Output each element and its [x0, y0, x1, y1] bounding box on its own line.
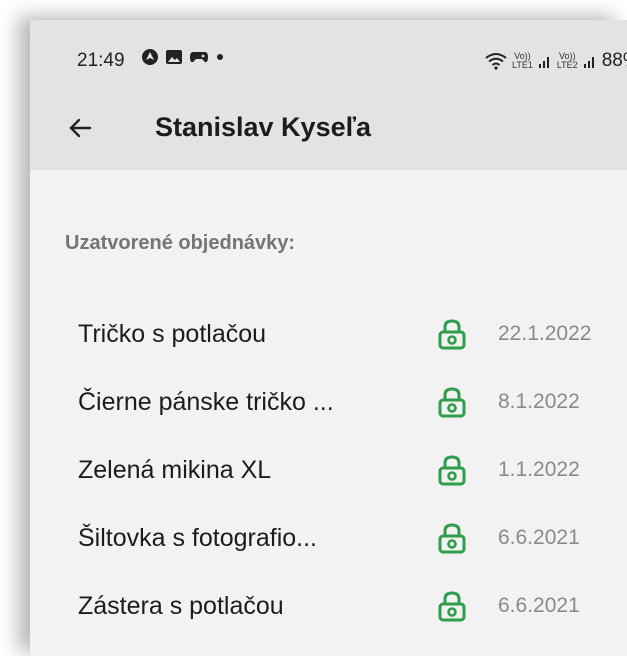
back-button[interactable]: [60, 108, 100, 148]
gallery-icon: [166, 50, 182, 64]
section-heading-closed-orders: Uzatvorené objednávky:: [65, 232, 296, 254]
order-item[interactable]: Šiltovka s fotografio... 6.6.2021: [30, 506, 627, 572]
lock-icon: [438, 387, 466, 418]
order-date: 6.6.2021: [498, 594, 580, 617]
lock-icon: [438, 523, 466, 554]
page-title: Stanislav Kyseľa: [155, 112, 372, 142]
navigation-icon: [142, 49, 158, 65]
sim1-indicator: Vo)) LTE1: [512, 52, 533, 70]
order-date: 6.6.2021: [498, 526, 580, 549]
wifi-icon: [485, 53, 507, 70]
order-date: 1.1.2022: [498, 458, 580, 481]
order-name: Tričko s potlačou: [78, 320, 267, 348]
order-date: 22.1.2022: [498, 322, 592, 345]
order-name: Zelená mikina XL: [78, 456, 272, 484]
order-name: Zástera s potlačou: [78, 592, 284, 620]
phone-screen: 21:49 Vo)) LTE1 Vo)) LTE2 88 Stanislav K…: [30, 20, 627, 656]
system-status: Vo)) LTE1 Vo)) LTE2 88%: [485, 50, 627, 72]
battery-percent: 88%: [601, 50, 627, 71]
order-item[interactable]: Čierne pánske tričko ... 8.1.2022: [30, 370, 627, 436]
more-dot-icon: [217, 54, 223, 60]
game-controller-icon: [190, 52, 208, 63]
notification-icons: [141, 48, 225, 66]
order-name: Čierne pánske tričko ...: [78, 388, 334, 416]
arrow-left-icon: [69, 118, 92, 138]
signal-icon: [538, 57, 549, 68]
lock-icon: [438, 319, 466, 350]
lte1-label: LTE1: [512, 60, 533, 70]
signal-icon: [583, 57, 594, 68]
order-date: 8.1.2022: [498, 390, 580, 413]
lock-icon: [438, 455, 466, 486]
lte2-label: LTE2: [556, 60, 578, 70]
order-list-content: Uzatvorené objednávky: Tričko s potlačou…: [30, 170, 627, 656]
order-name: Šiltovka s fotografio...: [78, 524, 318, 552]
status-time: 21:49: [77, 50, 125, 71]
status-bar: 21:49 Vo)) LTE1 Vo)) LTE2 88: [30, 20, 627, 92]
order-item[interactable]: Tričko s potlačou 22.1.2022: [30, 302, 627, 368]
app-bar: Stanislav Kyseľa: [30, 92, 627, 170]
lock-icon: [438, 591, 466, 622]
sim2-indicator: Vo)) LTE2: [557, 52, 578, 70]
order-item[interactable]: Zástera s potlačou 6.6.2021: [30, 574, 627, 640]
order-item[interactable]: Zelená mikina XL 1.1.2022: [30, 438, 627, 504]
